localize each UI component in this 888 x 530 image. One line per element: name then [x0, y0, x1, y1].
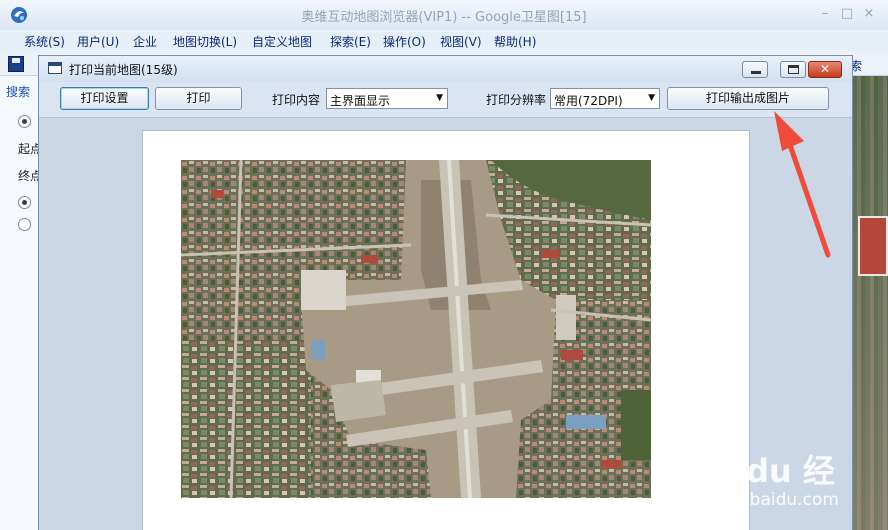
- dialog-maximize-button[interactable]: [780, 61, 806, 78]
- print-resolution-select[interactable]: 常用(72DPI) ▼: [550, 88, 660, 109]
- save-icon[interactable]: [8, 56, 24, 72]
- menubar: 系统(S) 用户(U) 企业 地图切换(L) 自定义地图 探索(E) 操作(O)…: [0, 30, 888, 52]
- menu-explore[interactable]: 探索(E): [330, 33, 371, 50]
- menu-system[interactable]: 系统(S): [24, 33, 65, 50]
- chevron-down-icon: ▼: [648, 93, 655, 103]
- watermark-url: jingyan.baidu.com: [682, 490, 839, 510]
- print-settings-button[interactable]: 打印设置: [60, 87, 149, 110]
- maximize-icon: [788, 65, 799, 74]
- minimize-icon: [751, 71, 761, 74]
- print-page: [142, 130, 750, 530]
- print-content-value: 主界面显示: [330, 94, 391, 108]
- print-button[interactable]: 打印: [155, 87, 242, 110]
- watermark-brand: Bai du 经验: [678, 452, 835, 530]
- menu-user[interactable]: 用户(U): [77, 33, 119, 50]
- menu-view[interactable]: 视图(V): [440, 33, 482, 50]
- menu-map-switch[interactable]: 地图切换(L): [173, 33, 237, 50]
- radio-option-2[interactable]: [18, 196, 31, 209]
- background-map-strip: [852, 76, 888, 530]
- print-resolution-label: 打印分辨率: [486, 93, 547, 107]
- menu-operation[interactable]: 操作(O): [383, 33, 426, 50]
- menu-enterprise[interactable]: 企业: [133, 33, 157, 50]
- print-content-label: 打印内容: [272, 93, 321, 107]
- dialog-title: 打印当前地图(15级): [69, 63, 178, 77]
- close-icon: ✕: [819, 62, 831, 76]
- tab-search[interactable]: 搜索: [6, 83, 30, 100]
- window-icon: [48, 62, 62, 74]
- radio-option-1[interactable]: [18, 115, 31, 128]
- annotation-arrow-icon: [774, 111, 831, 258]
- chevron-down-icon: ▼: [436, 93, 443, 103]
- stadium-track: [858, 216, 888, 276]
- app-minimize-button[interactable]: –: [816, 6, 834, 21]
- dialog-minimize-button[interactable]: [742, 61, 768, 78]
- dialog-toolbar: 打印设置 打印 打印内容 主界面显示 ▼ 打印分辨率 常用(72DPI) ▼ 打…: [39, 82, 852, 118]
- app-maximize-button[interactable]: □: [838, 6, 856, 21]
- dialog-titlebar: 打印当前地图(15级) ✕: [39, 56, 852, 82]
- baidu-watermark: Bai du 经验 jingyan.baidu.com: [678, 446, 848, 530]
- print-resolution-value: 常用(72DPI): [554, 94, 623, 108]
- menu-custom-map[interactable]: 自定义地图: [252, 33, 312, 50]
- app-title: 奥维互动地图浏览器(VIP1) -- Google卫星图[15]: [301, 10, 587, 25]
- menu-help[interactable]: 帮助(H): [494, 33, 536, 50]
- app-titlebar: 奥维互动地图浏览器(VIP1) -- Google卫星图[15] – □ ×: [0, 0, 888, 30]
- radio-option-3[interactable]: [18, 218, 31, 231]
- print-content-select[interactable]: 主界面显示 ▼: [326, 88, 448, 109]
- app-close-button[interactable]: ×: [860, 6, 878, 21]
- satellite-map-image: [181, 160, 651, 498]
- dialog-close-button[interactable]: ✕: [808, 61, 842, 78]
